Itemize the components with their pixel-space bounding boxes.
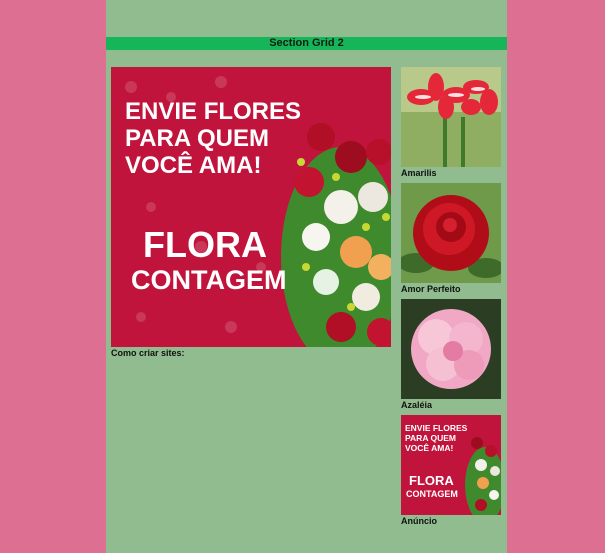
banner-brand1: FLORA [143,224,267,265]
flower-bouquet-banner: ENVIE FLORES PARA QUEM VOCÊ AMA! FLORA C… [111,67,391,347]
anuncio-caption: Anúncio [401,516,437,526]
red-rose-icon [401,183,501,283]
section-header-bar: Section Grid 2 [106,37,507,50]
amarilis-caption: Amarilis [401,168,437,178]
azaleia-flower-icon [401,299,501,399]
amarilis-image[interactable] [401,67,501,167]
section-title: Section Grid 2 [269,37,344,49]
banner-line2: PARA QUEM [125,125,269,152]
ad-line1: ENVIE FLORES [405,423,468,433]
banner-line3: VOCÊ AMA! [125,151,261,179]
ad-brand1: FLORA [409,473,454,488]
ad-line3: VOCÊ AMA! [405,442,453,453]
banner-brand2: CONTAGEM [131,265,287,295]
amarilis-flower-icon [401,67,501,167]
banner-line1: ENVIE FLORES [125,98,301,125]
main-caption: Como criar sites: [111,348,185,358]
main-banner-image[interactable]: ENVIE FLORES PARA QUEM VOCÊ AMA! FLORA C… [111,67,391,347]
azaleia-caption: Azaléia [401,400,433,410]
amor-perfeito-image[interactable] [401,183,501,283]
content-area: Section Grid 2 ENVIE FLORES PARA QUEM VO… [106,0,507,553]
ad-line2: PARA QUEM [405,433,456,443]
azaleia-image[interactable] [401,299,501,399]
anuncio-image[interactable]: ENVIE FLORES PARA QUEM VOCÊ AMA! FLORA C… [401,415,501,515]
ad-brand2: CONTAGEM [406,489,458,499]
amor-perfeito-caption: Amor Perfeito [401,284,461,294]
ad-banner-icon: ENVIE FLORES PARA QUEM VOCÊ AMA! FLORA C… [401,415,501,515]
